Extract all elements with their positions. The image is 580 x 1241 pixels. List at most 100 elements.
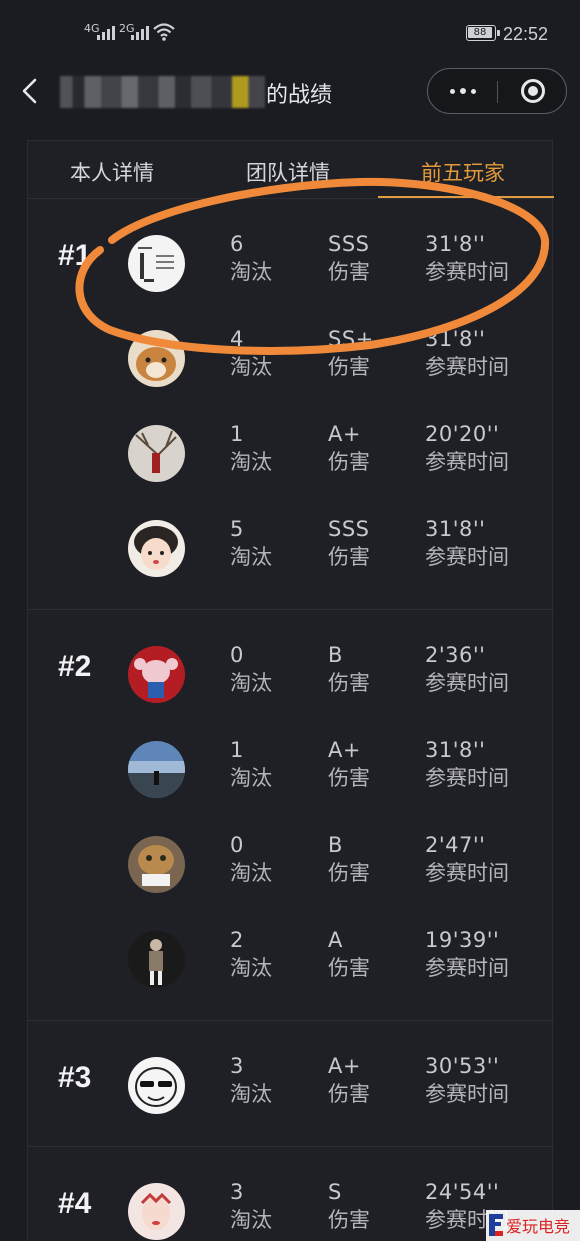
kills-label: 淘汰 (230, 450, 272, 474)
play-time-label: 参赛时间 (425, 355, 509, 379)
damage-grade: A+ (328, 738, 361, 762)
kills-value: 1 (230, 422, 244, 446)
play-time-value: 2'47'' (425, 833, 486, 857)
play-time-label: 参赛时间 (425, 861, 509, 885)
play-time-value: 31'8'' (425, 738, 486, 762)
team-section: #1 6 淘汰 SSS 伤害 31'8'' 参赛时间 4 淘汰 SS+ 伤害 31'8''… (28, 199, 554, 610)
page-title: 的战绩 (266, 83, 333, 108)
damage-label: 伤害 (328, 1082, 370, 1106)
damage-grade: S (328, 1180, 342, 1204)
play-time-label: 参赛时间 (425, 1082, 509, 1106)
more-dot-icon (459, 88, 466, 94)
tab-bar: 本人详情 团队详情 前五玩家 (28, 141, 554, 199)
target-dot-icon (528, 86, 538, 96)
battery-level: 88 (468, 27, 492, 38)
damage-label: 伤害 (328, 355, 370, 379)
kills-value: 3 (230, 1054, 244, 1078)
kills-value: 3 (230, 1180, 244, 1204)
status-bar: 4G 2G 88 22:52 (0, 0, 580, 64)
signal-1-icon (97, 26, 115, 40)
play-time-label: 参赛时间 (425, 766, 509, 790)
player-row[interactable]: 3 淘汰 A+ 伤害 30'53'' 参赛时间 (28, 1041, 554, 1137)
kills-value: 1 (230, 738, 244, 762)
close-miniapp-button[interactable] (498, 69, 566, 113)
player-avatar (128, 235, 185, 292)
miniapp-capsule (427, 68, 567, 114)
player-row[interactable]: 0 淘汰 B 伤害 2'47'' 参赛时间 (28, 820, 554, 916)
more-button[interactable] (428, 69, 497, 113)
blurred-player-name (60, 76, 265, 108)
player-row[interactable]: 5 淘汰 SSS 伤害 31'8'' 参赛时间 (28, 504, 554, 600)
player-avatar (128, 1057, 185, 1114)
player-avatar (128, 1183, 185, 1240)
play-time-value: 2'36'' (425, 643, 486, 667)
play-time-value: 30'53'' (425, 1054, 500, 1078)
team-section: #2 0 淘汰 B 伤害 2'36'' 参赛时间 1 淘汰 A+ 伤害 31'8'' 参赛时… (28, 610, 554, 1021)
kills-label: 淘汰 (230, 1208, 272, 1232)
tab-team[interactable]: 团队详情 (246, 157, 330, 187)
player-avatar (128, 741, 185, 798)
player-row[interactable]: 1 淘汰 A+ 伤害 20'20'' 参赛时间 (28, 409, 554, 505)
kills-label: 淘汰 (230, 956, 272, 980)
player-row[interactable]: 4 淘汰 SS+ 伤害 31'8'' 参赛时间 (28, 314, 554, 410)
kills-value: 5 (230, 517, 244, 541)
play-time-value: 19'39'' (425, 928, 500, 952)
tab-personal[interactable]: 本人详情 (70, 157, 154, 187)
kills-label: 淘汰 (230, 671, 272, 695)
damage-label: 伤害 (328, 545, 370, 569)
damage-grade: A (328, 928, 343, 952)
kills-label: 淘汰 (230, 1082, 272, 1106)
team-section: #4 3 淘汰 S 伤害 24'54'' 参赛时间 (28, 1147, 554, 1241)
damage-grade: SSS (328, 517, 370, 541)
player-avatar (128, 330, 185, 387)
damage-label: 伤害 (328, 956, 370, 980)
damage-grade: A+ (328, 1054, 361, 1078)
damage-label: 伤害 (328, 766, 370, 790)
kills-value: 4 (230, 327, 244, 351)
kills-value: 2 (230, 928, 244, 952)
player-avatar (128, 646, 185, 703)
kills-label: 淘汰 (230, 861, 272, 885)
player-row[interactable]: 2 淘汰 A 伤害 19'39'' 参赛时间 (28, 915, 554, 1011)
player-row[interactable]: 0 淘汰 B 伤害 2'36'' 参赛时间 (28, 630, 554, 726)
play-time-label: 参赛时间 (425, 671, 509, 695)
play-time-label: 参赛时间 (425, 956, 509, 980)
team-section: #3 3 淘汰 A+ 伤害 30'53'' 参赛时间 (28, 1021, 554, 1147)
play-time-value: 31'8'' (425, 517, 486, 541)
play-time-label: 参赛时间 (425, 260, 509, 284)
more-dot-icon (470, 88, 476, 94)
play-time-value: 20'20'' (425, 422, 500, 446)
watermark-logo: 爱玩电竞 (486, 1208, 580, 1241)
player-avatar (128, 520, 185, 577)
damage-grade: B (328, 833, 343, 857)
kills-label: 淘汰 (230, 766, 272, 790)
signal-2-icon (131, 26, 149, 40)
nav-bar: 的战绩 (0, 64, 580, 120)
tab-top5[interactable]: 前五玩家 (421, 157, 505, 187)
play-time-value: 31'8'' (425, 327, 486, 351)
kills-label: 淘汰 (230, 260, 272, 284)
play-time-value: 24'54'' (425, 1180, 500, 1204)
player-avatar (128, 836, 185, 893)
damage-label: 伤害 (328, 671, 370, 695)
status-time: 22:52 (503, 24, 549, 44)
watermark-text: 爱玩电竞 (506, 1217, 570, 1236)
damage-grade: SSS (328, 232, 370, 256)
damage-label: 伤害 (328, 861, 370, 885)
more-dot-icon (449, 88, 455, 94)
damage-label: 伤害 (328, 260, 370, 284)
damage-label: 伤害 (328, 450, 370, 474)
damage-grade: SS+ (328, 327, 374, 351)
player-row[interactable]: 1 淘汰 A+ 伤害 31'8'' 参赛时间 (28, 725, 554, 821)
player-row[interactable]: 3 淘汰 S 伤害 24'54'' 参赛时间 (28, 1167, 554, 1241)
play-time-label: 参赛时间 (425, 450, 509, 474)
back-chevron-icon[interactable] (18, 76, 42, 106)
play-time-label: 参赛时间 (425, 545, 509, 569)
battery-icon: 88 (466, 25, 500, 41)
damage-grade: A+ (328, 422, 361, 446)
damage-label: 伤害 (328, 1208, 370, 1232)
player-avatar (128, 931, 185, 988)
kills-label: 淘汰 (230, 355, 272, 379)
player-row[interactable]: 6 淘汰 SSS 伤害 31'8'' 参赛时间 (28, 219, 554, 315)
kills-value: 0 (230, 833, 244, 857)
